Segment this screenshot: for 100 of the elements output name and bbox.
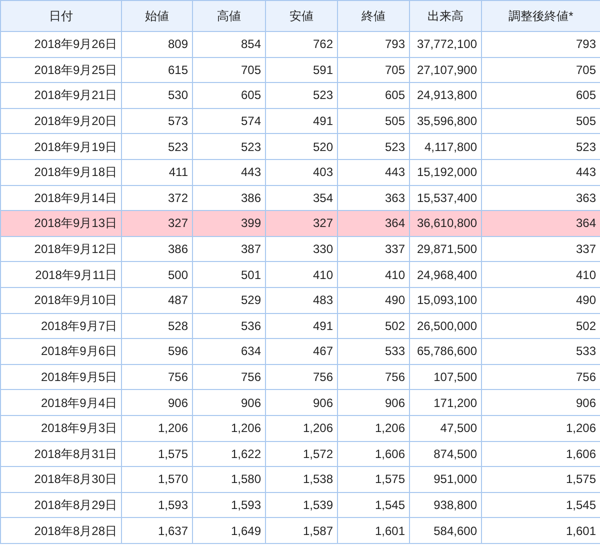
- table-cell: 4,117,800: [410, 134, 482, 160]
- table-cell: 1,545: [482, 492, 600, 518]
- table-cell: 705: [338, 57, 410, 83]
- table-cell: 467: [266, 338, 338, 364]
- table-cell: 1,206: [192, 415, 266, 441]
- table-cell: 529: [192, 287, 266, 314]
- table-cell: 906: [122, 390, 192, 416]
- table-cell: 483: [266, 287, 338, 314]
- table-cell: 2018年9月6日: [0, 338, 122, 364]
- table-cell: 364: [338, 210, 410, 236]
- table-cell: 605: [338, 82, 410, 108]
- table-cell: 1,572: [266, 441, 338, 467]
- table-cell: 605: [482, 82, 600, 108]
- table-cell: 171,200: [410, 390, 482, 416]
- table-cell: 24,968,400: [410, 262, 482, 288]
- table-cell: 2018年9月10日: [0, 287, 122, 314]
- table-cell: 27,107,900: [410, 57, 482, 83]
- table-cell: 1,606: [482, 441, 600, 467]
- table-cell: 938,800: [410, 492, 482, 518]
- table-cell: 411: [122, 159, 192, 186]
- table-cell: 2018年9月14日: [0, 185, 122, 211]
- table-cell: 399: [192, 210, 266, 236]
- table-cell: 1,649: [192, 518, 266, 544]
- table-cell: 2018年8月29日: [0, 492, 122, 518]
- table-cell: 1,637: [122, 518, 192, 544]
- table-cell: 386: [192, 185, 266, 211]
- table-cell: 487: [122, 287, 192, 314]
- table-cell: 756: [266, 364, 338, 390]
- table-cell: 705: [192, 57, 266, 83]
- table-cell: 505: [482, 108, 600, 134]
- table-cell: 372: [122, 185, 192, 211]
- table-cell: 410: [482, 262, 600, 288]
- table-cell: 1,593: [192, 492, 266, 518]
- table-cell: 2018年9月25日: [0, 57, 122, 83]
- table-cell: 596: [122, 338, 192, 364]
- table-cell: 410: [338, 262, 410, 288]
- table-cell: 490: [338, 287, 410, 314]
- table-cell: 354: [266, 185, 338, 211]
- table-cell: 2018年9月4日: [0, 390, 122, 416]
- table-cell: 874,500: [410, 441, 482, 467]
- table-cell: 591: [266, 57, 338, 83]
- table-cell: 410: [266, 262, 338, 288]
- table-cell: 501: [192, 262, 266, 288]
- table-cell: 615: [122, 57, 192, 83]
- table-cell: 2018年9月21日: [0, 82, 122, 108]
- table-cell: 29,871,500: [410, 236, 482, 262]
- table-cell: 24,913,800: [410, 82, 482, 108]
- table-cell: 906: [338, 390, 410, 416]
- table-cell: 809: [122, 32, 192, 58]
- table-cell: 951,000: [410, 466, 482, 492]
- table-cell: 337: [482, 236, 600, 262]
- table-cell: 443: [338, 159, 410, 186]
- table-cell: 756: [338, 364, 410, 390]
- table-cell: 520: [266, 134, 338, 160]
- table-cell: 1,622: [192, 441, 266, 467]
- table-cell: 1,593: [122, 492, 192, 518]
- table-cell: 533: [482, 338, 600, 364]
- table-cell: 1,570: [122, 466, 192, 492]
- table-cell: 443: [192, 159, 266, 186]
- table-cell: 574: [192, 108, 266, 134]
- table-cell: 387: [192, 236, 266, 262]
- table-cell: 793: [338, 32, 410, 58]
- column-header: 調整後終値*: [482, 0, 600, 32]
- table-cell: 854: [192, 32, 266, 58]
- table-cell: 330: [266, 236, 338, 262]
- table-cell: 15,093,100: [410, 287, 482, 314]
- table-cell: 1,587: [266, 518, 338, 544]
- table-cell: 364: [482, 210, 600, 236]
- table-cell: 2018年9月7日: [0, 313, 122, 339]
- table-cell: 530: [122, 82, 192, 108]
- table-cell: 1,206: [122, 415, 192, 441]
- table-cell: 2018年8月28日: [0, 518, 122, 544]
- table-cell: 2018年9月20日: [0, 108, 122, 134]
- table-cell: 2018年9月26日: [0, 32, 122, 58]
- table-cell: 634: [192, 338, 266, 364]
- table-cell: 327: [122, 210, 192, 236]
- table-cell: 705: [482, 57, 600, 83]
- table-cell: 502: [482, 313, 600, 339]
- table-cell: 2018年8月31日: [0, 441, 122, 467]
- column-header: 安値: [266, 0, 338, 32]
- table-cell: 47,500: [410, 415, 482, 441]
- table-cell: 2018年9月11日: [0, 262, 122, 288]
- table-cell: 2018年9月18日: [0, 159, 122, 186]
- table-cell: 584,600: [410, 518, 482, 544]
- table-cell: 490: [482, 287, 600, 314]
- table-cell: 523: [338, 134, 410, 160]
- table-cell: 327: [266, 210, 338, 236]
- table-cell: 906: [192, 390, 266, 416]
- table-cell: 762: [266, 32, 338, 58]
- table-cell: 502: [338, 313, 410, 339]
- table-cell: 1,538: [266, 466, 338, 492]
- table-cell: 1,606: [338, 441, 410, 467]
- table-cell: 363: [482, 185, 600, 211]
- table-cell: 2018年9月13日: [0, 210, 122, 236]
- table-cell: 756: [482, 364, 600, 390]
- table-cell: 26,500,000: [410, 313, 482, 339]
- table-cell: 1,206: [266, 415, 338, 441]
- table-cell: 37,772,100: [410, 32, 482, 58]
- table-cell: 363: [338, 185, 410, 211]
- table-cell: 523: [122, 134, 192, 160]
